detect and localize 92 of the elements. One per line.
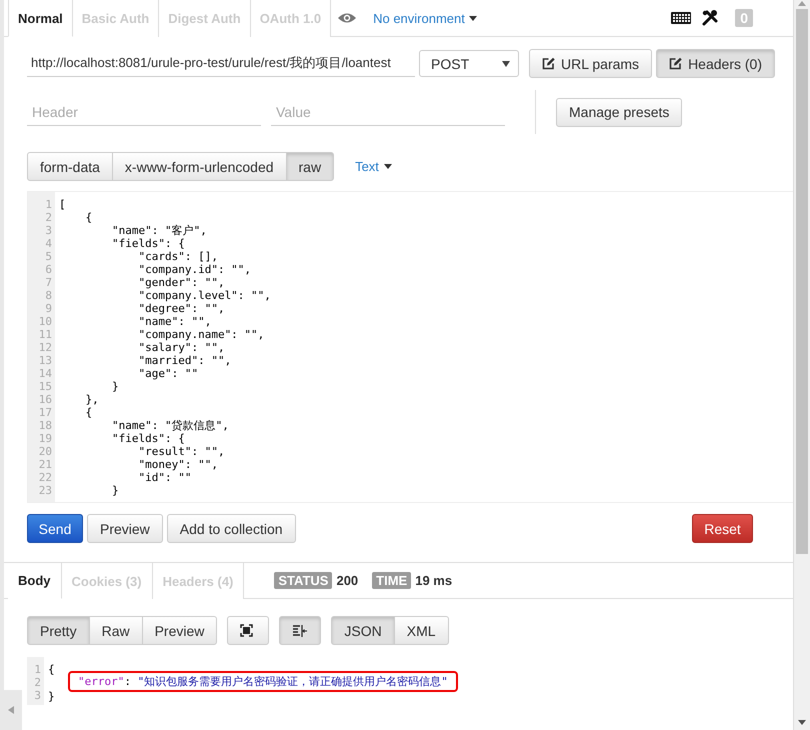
body-mode-button[interactable]: form-data: [27, 152, 113, 181]
environment-dropdown[interactable]: No environment: [367, 0, 483, 36]
line-number: 8: [44, 289, 52, 302]
response-tab[interactable]: Body: [8, 563, 62, 599]
code-line: "fields": {: [110, 432, 185, 445]
code-line: },: [84, 393, 99, 406]
view-mode-button[interactable]: Raw: [88, 616, 143, 645]
format-button[interactable]: JSON: [331, 616, 395, 645]
auth-tab[interactable]: Normal: [8, 0, 73, 37]
code-line: {: [48, 663, 55, 676]
code-line: }: [110, 484, 119, 497]
edit-icon: [669, 57, 682, 70]
code-line: "age": "": [137, 367, 198, 380]
keyboard-icon[interactable]: [671, 11, 692, 25]
code-line: "cards": [],: [137, 250, 218, 263]
line-number: 11: [38, 328, 52, 341]
keyboard-icon: [671, 12, 692, 24]
code-line: "married": "",: [137, 354, 232, 367]
code-line: "company.id": "",: [137, 263, 252, 276]
line-number: 4: [44, 237, 52, 250]
code-line: {: [84, 211, 92, 224]
code-line: "name": "",: [137, 315, 212, 328]
line-number: 15: [38, 380, 52, 393]
tools-icon[interactable]: [701, 9, 720, 27]
body-mode-button[interactable]: x-www-form-urlencoded: [112, 152, 287, 181]
code-line: "id": "": [137, 471, 192, 484]
view-mode-button[interactable]: Preview: [142, 616, 218, 645]
action-button[interactable]: Send: [27, 514, 83, 543]
line-number: 21: [38, 458, 52, 471]
line-number: 16: [38, 393, 52, 406]
line-number: 18: [38, 419, 52, 432]
line-number: 2: [33, 676, 41, 689]
code-line: {: [84, 406, 92, 419]
scroll-down-icon: [798, 720, 806, 726]
method-select[interactable]: POST: [419, 50, 519, 77]
line-number: 13: [38, 354, 52, 367]
line-number: 10: [38, 315, 52, 328]
caret-icon: [384, 164, 392, 169]
caret-icon: [468, 16, 477, 20]
line-number: 3: [33, 689, 41, 702]
action-button[interactable]: Preview: [87, 514, 163, 543]
eye-icon[interactable]: [337, 11, 358, 25]
code-line: "money": "",: [137, 458, 218, 471]
code-line: "gender": "",: [137, 276, 225, 289]
fullscreen-button[interactable]: [227, 616, 270, 645]
body-mode-button[interactable]: raw: [286, 152, 334, 181]
wrap-icon: [292, 624, 308, 638]
scroll-left-icon: [8, 706, 14, 714]
view-mode-button[interactable]: Pretty: [27, 616, 90, 645]
toolbar-button[interactable]: URL params: [529, 49, 652, 78]
scroll-up-icon: [798, 0, 806, 6]
caret-icon: [502, 60, 510, 66]
time-value: 19 ms: [415, 573, 452, 588]
content-type-dropdown[interactable]: Text: [349, 158, 398, 175]
line-number: 14: [38, 367, 52, 380]
status-value: 200: [336, 573, 358, 588]
code-line: "name": "客户",: [110, 224, 207, 237]
line-number: 3: [44, 224, 52, 237]
code-line: [: [59, 198, 66, 211]
code-line: }: [110, 380, 119, 393]
line-number: 17: [38, 406, 52, 419]
code-line: "company.level": "",: [137, 289, 271, 302]
format-button[interactable]: XML: [394, 616, 449, 645]
line-number: 9: [44, 302, 52, 315]
line-number: 19: [38, 432, 52, 445]
line-number: 23: [38, 484, 52, 497]
code-line: "name": "贷款信息",: [110, 419, 229, 432]
code-line: "degree": "",: [137, 302, 225, 315]
line-number: 7: [44, 276, 52, 289]
line-number: 6: [44, 263, 52, 276]
status-label: STATUS: [274, 572, 332, 589]
line-number: 20: [38, 445, 52, 458]
line-number: 5: [44, 250, 52, 263]
manage-presets-button[interactable]: Manage presets: [556, 98, 682, 126]
edit-icon: [542, 57, 555, 70]
action-button[interactable]: Add to collection: [166, 514, 296, 543]
code-line: "fields": {: [110, 237, 185, 250]
time-label: TIME: [372, 572, 412, 589]
wrap-button[interactable]: [279, 616, 322, 645]
line-number: 1: [33, 663, 41, 676]
code-line: "result": "",: [137, 445, 225, 458]
line-number: 1: [44, 198, 52, 211]
vertical-scrollbar[interactable]: [794, 0, 810, 730]
highlighted-code-line: "error": "知识包服务需要用户名密码验证，请正确提供用户名密码信息": [70, 673, 456, 690]
code-line: "company.name": "",: [137, 328, 264, 341]
line-number: 2: [44, 211, 52, 224]
line-number: 22: [38, 471, 52, 484]
code-line: "salary": "",: [137, 341, 225, 354]
code-line: }: [48, 690, 55, 703]
toolbar-button[interactable]: Headers (0): [656, 49, 775, 78]
line-number: 12: [38, 341, 52, 354]
action-button[interactable]: Reset: [692, 514, 753, 543]
